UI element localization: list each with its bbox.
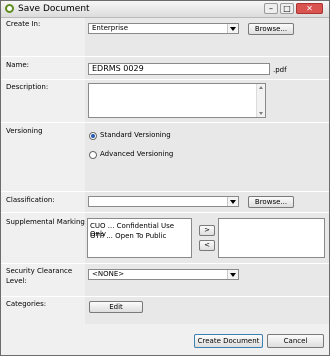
versioning-label: Versioning [6,127,43,135]
standard-versioning-label[interactable]: Standard Versioning [100,131,171,139]
versioning-panel: Standard Versioning Advanced Versioning [85,123,329,191]
selected-markings-list[interactable] [218,218,325,258]
description-textarea[interactable] [88,83,266,118]
categories-edit-button[interactable]: Edit [89,301,143,313]
add-marking-button[interactable]: > [199,225,215,236]
cancel-button[interactable]: Cancel [267,334,324,348]
description-scrollbar[interactable] [256,84,265,117]
security-clearance-value: <NONE> [92,270,125,278]
classification-browse-button[interactable]: Browse... [248,196,294,208]
security-clearance-label-line2: Level: [6,277,27,285]
classification-label: Classification: [6,196,55,204]
supplemental-markings-label: Supplemental Markings: [6,218,91,226]
window-title: Save Document [18,4,90,14]
supplemental-markings-row: Supplemental Markings: CUO ... Confident… [1,213,329,264]
name-panel: EDRMS 0029 .pdf [85,57,329,79]
create-in-panel: Enterprise Browse... [85,18,329,56]
advanced-versioning-radio[interactable] [89,151,97,159]
security-clearance-row: Security Clearance Level: <NONE> [1,264,329,297]
categories-panel: Edit [85,297,329,324]
dialog-footer: Create Document Cancel [1,325,329,355]
security-clearance-label-line1: Security Clearance [6,267,73,275]
categories-label: Categories: [6,300,47,308]
remove-marking-button[interactable]: < [199,240,215,251]
app-icon [5,4,14,13]
classification-panel: Browse... [85,192,329,212]
create-in-dropdown[interactable]: Enterprise [88,23,239,34]
minimize-button[interactable]: – [264,3,278,14]
security-clearance-dropdown[interactable]: <NONE> [88,269,239,280]
list-item[interactable]: OTP ... Open To Public [90,232,166,240]
create-in-value: Enterprise [92,24,129,32]
chevron-down-icon[interactable] [227,24,238,33]
create-in-row: Create In: Enterprise Browse... [1,18,329,57]
name-label: Name: [6,61,30,69]
description-panel [85,80,329,122]
name-input[interactable]: EDRMS 0029 [88,63,270,75]
classification-row: Classification: Browse... [1,192,329,213]
create-in-label: Create In: [6,20,41,28]
chevron-down-icon[interactable] [227,270,238,279]
save-document-window: Save Document – □ ✕ Create In: Enterpris… [0,0,330,356]
available-markings-list[interactable]: CUO ... Confidential Use Only OTP ... Op… [87,218,192,258]
classification-dropdown[interactable] [88,196,239,207]
standard-versioning-radio[interactable] [89,132,97,140]
create-in-browse-button[interactable]: Browse... [248,23,294,35]
close-button[interactable]: ✕ [296,3,323,14]
categories-row: Categories: Edit [1,297,329,324]
supplemental-markings-panel: CUO ... Confidential Use Only OTP ... Op… [85,213,329,263]
file-extension-label: .pdf [273,66,287,74]
description-row: Description: [1,80,329,123]
chevron-down-icon[interactable] [227,197,238,206]
security-clearance-panel: <NONE> [85,264,329,296]
create-document-button[interactable]: Create Document [194,334,263,348]
name-row: Name: EDRMS 0029 .pdf [1,57,329,80]
maximize-button[interactable]: □ [280,3,294,14]
title-bar[interactable]: Save Document – □ ✕ [1,1,329,18]
advanced-versioning-label[interactable]: Advanced Versioning [100,150,173,158]
versioning-row: Versioning Standard Versioning Advanced … [1,123,329,192]
description-label: Description: [6,83,49,91]
